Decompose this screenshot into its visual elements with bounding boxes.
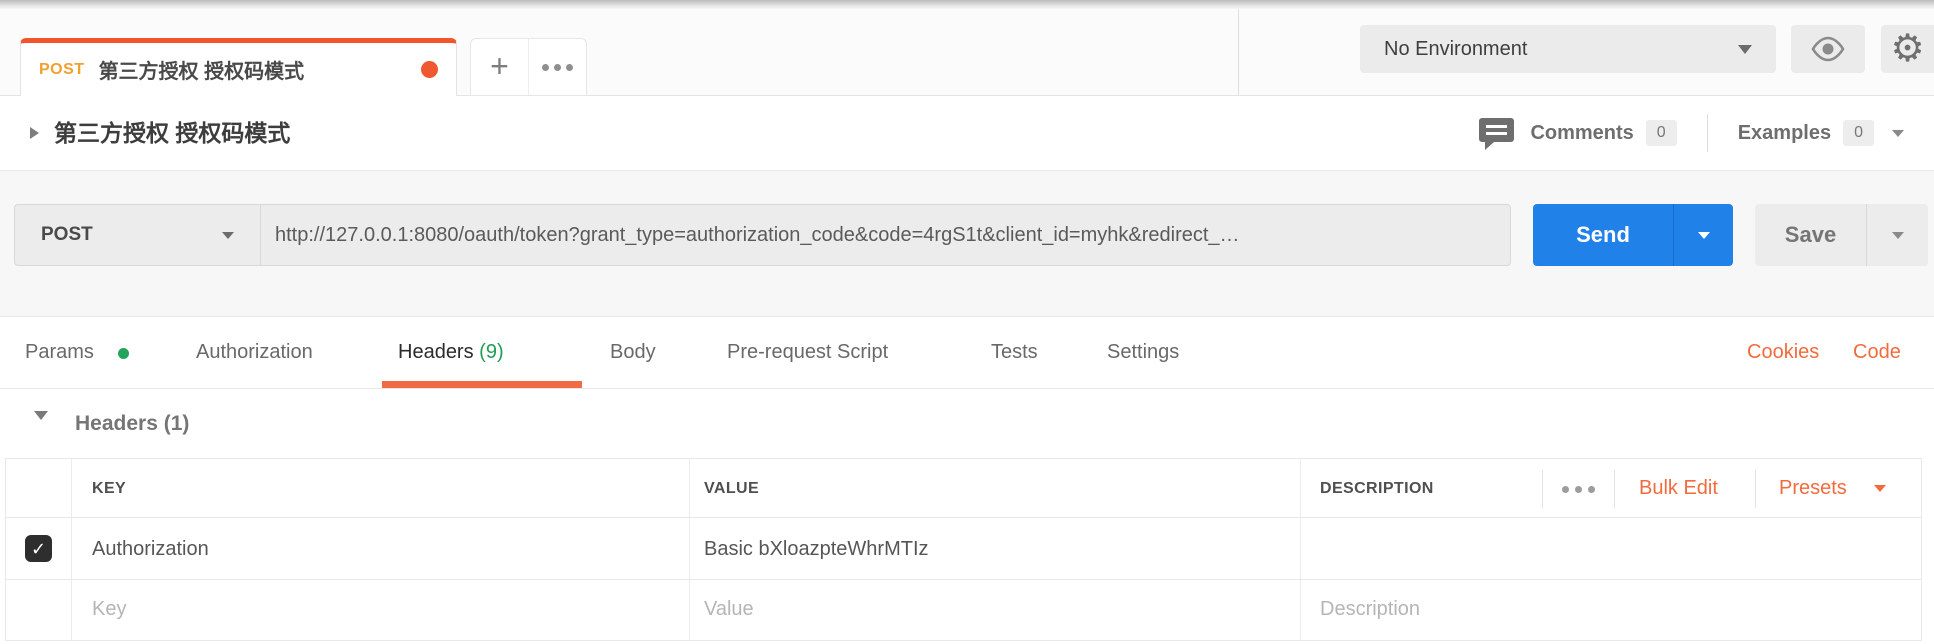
request-title: 第三方授权 授权码模式 xyxy=(54,96,290,170)
column-header-value: VALUE xyxy=(704,459,759,518)
gear-icon: ⚙ xyxy=(1890,30,1924,68)
new-tab-button[interactable]: + xyxy=(471,39,529,95)
header-controls-divider xyxy=(1542,470,1543,508)
code-link[interactable]: Code xyxy=(1853,317,1901,388)
unsaved-changes-dot xyxy=(421,61,438,78)
tab-headers[interactable]: Headers (9) xyxy=(398,317,504,388)
chevron-down-icon xyxy=(1892,232,1904,239)
environment-quick-look-button[interactable] xyxy=(1791,25,1865,73)
chevron-down-icon xyxy=(1738,45,1752,54)
header-row-authorization: ✓ Authorization Basic bXloazpteWhrMTIz xyxy=(6,518,1921,580)
request-header-row: 第三方授权 授权码模式 Comments 0 Examples 0 xyxy=(0,96,1934,170)
row-checkbox-checked[interactable]: ✓ xyxy=(25,535,52,562)
url-input[interactable] xyxy=(261,205,1510,265)
table-header-row: KEY VALUE DESCRIPTION Bulk Edit Presets xyxy=(6,459,1921,518)
expand-request-caret[interactable] xyxy=(30,127,39,139)
collapse-headers-caret[interactable] xyxy=(34,420,48,438)
headers-section-heading: Headers (1) xyxy=(0,389,1934,458)
chevron-down-icon xyxy=(34,411,48,437)
save-options-button[interactable] xyxy=(1866,204,1928,266)
request-tabs-bar: Params Authorization Headers (9) Body Pr… xyxy=(0,317,1934,389)
tab-settings[interactable]: Settings xyxy=(1107,317,1179,388)
tab-method-label: POST xyxy=(39,61,85,79)
tab-tests[interactable]: Tests xyxy=(991,317,1038,388)
settings-button[interactable]: ⚙ xyxy=(1881,25,1934,73)
new-key-cell[interactable]: Key xyxy=(92,580,126,639)
window-top-strip xyxy=(0,0,1934,9)
examples-label: Examples xyxy=(1738,122,1831,145)
column-header-description: DESCRIPTION xyxy=(1320,459,1434,518)
method-url-group: POST xyxy=(14,204,1511,266)
active-tab-underline xyxy=(382,381,582,388)
chevron-down-icon xyxy=(1698,232,1710,239)
more-options-button[interactable] xyxy=(1562,486,1595,493)
tab-title: 第三方授权 授权码模式 xyxy=(99,55,421,84)
tab-headers-count: (9) xyxy=(479,341,503,363)
new-value-cell[interactable]: Value xyxy=(704,580,754,639)
send-button-group: Send xyxy=(1533,204,1733,266)
bulk-edit-link[interactable]: Bulk Edit xyxy=(1639,459,1718,518)
ellipsis-icon xyxy=(542,64,573,71)
chevron-down-icon xyxy=(222,232,234,239)
checkbox-cell: ✓ xyxy=(6,518,71,579)
column-header-key: KEY xyxy=(92,459,126,518)
method-selector[interactable]: POST xyxy=(15,205,261,265)
request-header-actions: Comments 0 Examples 0 xyxy=(1478,96,1904,170)
comment-icon xyxy=(1478,117,1515,150)
header-actions-divider xyxy=(1707,114,1708,152)
tab-headers-label: Headers xyxy=(398,341,474,363)
check-icon: ✓ xyxy=(31,540,46,558)
method-value: POST xyxy=(41,224,222,246)
save-button[interactable]: Save xyxy=(1755,204,1866,266)
header-controls-divider xyxy=(1755,470,1756,508)
examples-count-badge: 0 xyxy=(1843,120,1874,146)
tab-params[interactable]: Params xyxy=(25,317,94,388)
key-cell[interactable]: Authorization xyxy=(92,518,209,580)
chevron-down-icon[interactable] xyxy=(1874,485,1886,492)
tab-actions-group: + xyxy=(470,38,587,96)
request-url-section: POST Send Save xyxy=(0,170,1934,317)
send-options-button[interactable] xyxy=(1673,204,1733,266)
environment-selector[interactable]: No Environment xyxy=(1360,25,1776,73)
comments-label: Comments xyxy=(1530,122,1633,145)
header-controls-divider xyxy=(1614,470,1615,508)
send-button[interactable]: Send xyxy=(1533,204,1673,266)
headers-section-title: Headers (1) xyxy=(75,389,189,458)
cookies-link[interactable]: Cookies xyxy=(1747,317,1819,388)
tab-body[interactable]: Body xyxy=(610,317,656,388)
environment-value: No Environment xyxy=(1384,38,1738,61)
value-cell[interactable]: Basic bXloazpteWhrMTIz xyxy=(704,518,929,580)
new-header-row: Key Value Description xyxy=(6,580,1921,639)
save-button-group: Save xyxy=(1755,204,1928,266)
plus-icon: + xyxy=(490,50,509,82)
tab-bar-divider xyxy=(1238,9,1239,95)
new-description-cell[interactable]: Description xyxy=(1320,580,1420,639)
request-tab[interactable]: POST 第三方授权 授权码模式 xyxy=(20,38,457,96)
tab-bar: POST 第三方授权 授权码模式 + No Environment ⚙ xyxy=(0,9,1934,96)
comments-button[interactable]: Comments 0 xyxy=(1478,117,1676,150)
examples-dropdown[interactable]: Examples 0 xyxy=(1738,120,1904,146)
tab-pre-request-script[interactable]: Pre-request Script xyxy=(727,317,888,388)
more-tabs-button[interactable] xyxy=(529,39,586,95)
chevron-down-icon xyxy=(1892,130,1904,137)
params-active-dot xyxy=(118,348,129,359)
tab-authorization[interactable]: Authorization xyxy=(196,317,313,388)
eye-icon xyxy=(1810,36,1846,62)
presets-dropdown[interactable]: Presets xyxy=(1779,459,1847,518)
postman-app: POST 第三方授权 授权码模式 + No Environment ⚙ xyxy=(0,0,1934,644)
comments-count-badge: 0 xyxy=(1646,120,1677,146)
headers-table: KEY VALUE DESCRIPTION Bulk Edit Presets … xyxy=(5,458,1922,641)
